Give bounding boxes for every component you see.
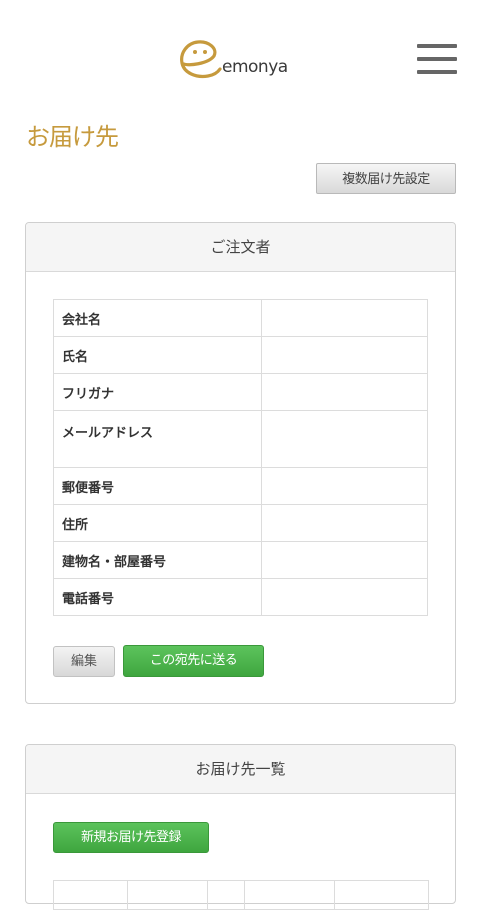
orderer-info-table: 会社名 氏名 フリガナ メールアドレス 郵便番号 住所 建物名・部屋番号 電話番… (53, 299, 428, 616)
site-header: emonya (0, 0, 481, 110)
field-value (261, 299, 428, 337)
table-row: 住所 (53, 504, 428, 542)
site-logo[interactable]: emonya (178, 38, 288, 82)
table-row: 電話番号 (53, 578, 428, 616)
hamburger-menu-icon[interactable] (417, 42, 457, 76)
address-list-table (53, 880, 429, 910)
table-row: メールアドレス (53, 410, 428, 468)
smiley-e-logo-icon (180, 40, 222, 79)
field-label: フリガナ (53, 373, 262, 411)
field-label: 氏名 (53, 336, 262, 374)
field-label: 電話番号 (53, 578, 262, 616)
page-title: お届け先 (26, 123, 119, 151)
table-divider (244, 881, 245, 909)
field-label: メールアドレス (53, 410, 262, 468)
multiple-addresses-button[interactable]: 複数届け先設定 (316, 163, 456, 194)
field-value (261, 410, 428, 468)
field-value (261, 336, 428, 374)
new-address-button[interactable]: 新規お届け先登録 (53, 822, 209, 853)
table-row: 建物名・部屋番号 (53, 541, 428, 579)
orderer-panel-heading: ご注文者 (26, 223, 455, 272)
table-row: 会社名 (53, 299, 428, 337)
field-label: 会社名 (53, 299, 262, 337)
table-divider (127, 881, 128, 909)
edit-button[interactable]: 編集 (53, 646, 115, 677)
logo-text: emonya (222, 57, 288, 77)
field-value (261, 541, 428, 579)
table-row: フリガナ (53, 373, 428, 411)
field-label: 郵便番号 (53, 467, 262, 505)
table-divider (207, 881, 208, 909)
field-value (261, 467, 428, 505)
field-label: 住所 (53, 504, 262, 542)
field-label: 建物名・部屋番号 (53, 541, 262, 579)
table-row: 郵便番号 (53, 467, 428, 505)
send-to-this-address-button[interactable]: この宛先に送る (123, 645, 264, 677)
address-list-panel: お届け先一覧 新規お届け先登録 (25, 744, 456, 910)
field-value (261, 373, 428, 411)
table-row: 氏名 (53, 336, 428, 374)
field-value (261, 578, 428, 616)
orderer-panel: ご注文者 会社名 氏名 フリガナ メールアドレス 郵便番号 住所 建物名・部屋番… (25, 222, 456, 704)
address-list-panel-heading: お届け先一覧 (26, 745, 455, 794)
field-value (261, 504, 428, 542)
table-divider (334, 881, 335, 909)
